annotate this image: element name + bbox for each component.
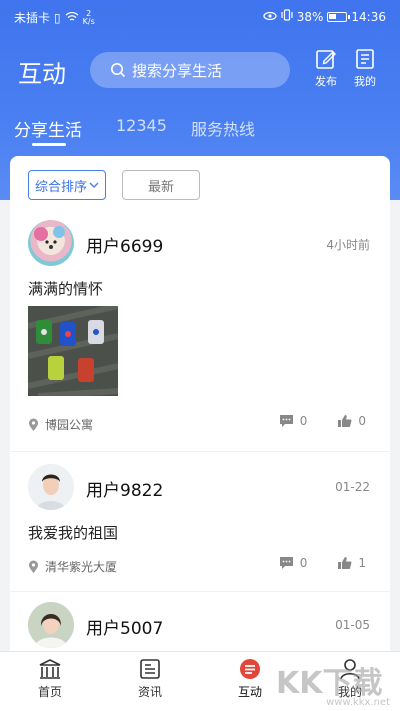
search-placeholder: 搜索分享生活 [132,61,223,80]
nav-home[interactable]: 首页 [20,658,80,700]
avatar[interactable] [28,602,74,648]
top-bar: 互动 搜索分享生活 发布 我的 [0,40,400,100]
location-label: 博园公寓 [45,418,94,432]
wifi-icon [65,11,79,25]
clock: 14:36 [351,9,386,24]
location-label: 清华紫光大厦 [45,560,118,574]
comment-count: 0 [299,556,308,570]
vibrate-icon [281,9,293,24]
post-location: 清华紫光大厦 [28,558,117,575]
sim-icon: ▯ [54,10,61,25]
username[interactable]: 用户6699 [86,232,163,257]
nav-home-label: 首页 [37,685,62,699]
search-input[interactable]: 搜索分享生活 [90,52,290,88]
like-icon[interactable] [337,414,352,428]
carrier-label: 未插卡 [14,11,51,25]
publish-button[interactable]: 发布 [309,48,343,89]
net-speed: 2 K/s [82,8,95,26]
document-icon [356,49,374,69]
active-tab-indicator [32,143,66,146]
post-text: 我爱我的祖国 [28,524,119,542]
comment-count: 0 [299,414,308,428]
sort-latest-label: 最新 [147,179,174,195]
location-pin-icon [29,560,38,573]
mine-button[interactable]: 我的 [348,48,382,89]
tab-service-hotline[interactable]: 服务热线 [191,116,255,140]
like-count: 1 [358,556,366,570]
publish-label: 发布 [315,75,337,88]
status-bar: 未插卡 ▯ 2 K/s 38% 14:36 [0,0,400,32]
post-item[interactable]: 用户6699 4小时前 满满的情怀 博园公寓 0 0 [10,208,390,452]
post-image[interactable] [28,306,118,396]
nav-news-label: 资讯 [137,685,162,699]
edit-icon [316,50,336,69]
like-icon[interactable] [337,556,352,570]
chat-icon [240,659,260,679]
comment-icon[interactable] [279,556,294,570]
eye-icon [263,10,277,24]
avatar[interactable] [28,464,74,510]
home-icon [39,659,61,679]
sort-options: 综合排序 最新 [28,170,200,200]
post-item[interactable]: 用户9822 01-22 我爱我的祖国 清华紫光大厦 0 1 [10,452,390,592]
feed-card: 综合排序 最新 用户6699 4小时前 满满的情怀 博园公寓 0 0 用户982… [10,156,390,711]
location-pin-icon [29,418,38,431]
comment-icon[interactable] [279,414,294,428]
post-time: 01-05 [335,618,370,632]
post-time: 4小时前 [326,238,370,252]
like-count: 0 [358,414,366,428]
post-stats: 0 0 [279,414,366,428]
username[interactable]: 用户5007 [86,614,163,639]
nav-news[interactable]: 资讯 [120,658,180,700]
post-text: 满满的情怀 [28,280,104,298]
avatar[interactable] [28,220,74,266]
sort-comprehensive-button[interactable]: 综合排序 [28,170,106,200]
tab-12345[interactable]: 12345 [116,116,167,135]
nav-interaction[interactable]: 互动 [220,658,280,700]
sort-latest-button[interactable]: 最新 [122,170,200,200]
nav-interaction-label: 互动 [237,685,262,699]
battery-icon [327,11,351,22]
watermark-logo: KK下载 www.kkx.net [276,666,390,708]
tab-share-life[interactable]: 分享生活 [14,116,82,141]
news-icon [140,659,160,679]
sort-comprehensive-label: 综合排序 [34,179,87,195]
post-stats: 0 1 [279,556,366,570]
mine-label: 我的 [354,75,376,88]
post-time: 01-22 [335,480,370,494]
page-title: 互动 [18,60,66,88]
battery-percent: 38% [296,9,324,24]
chevron-down-icon [89,182,99,188]
post-location: 博园公寓 [28,416,93,433]
search-icon [111,63,126,78]
username[interactable]: 用户9822 [86,476,163,501]
